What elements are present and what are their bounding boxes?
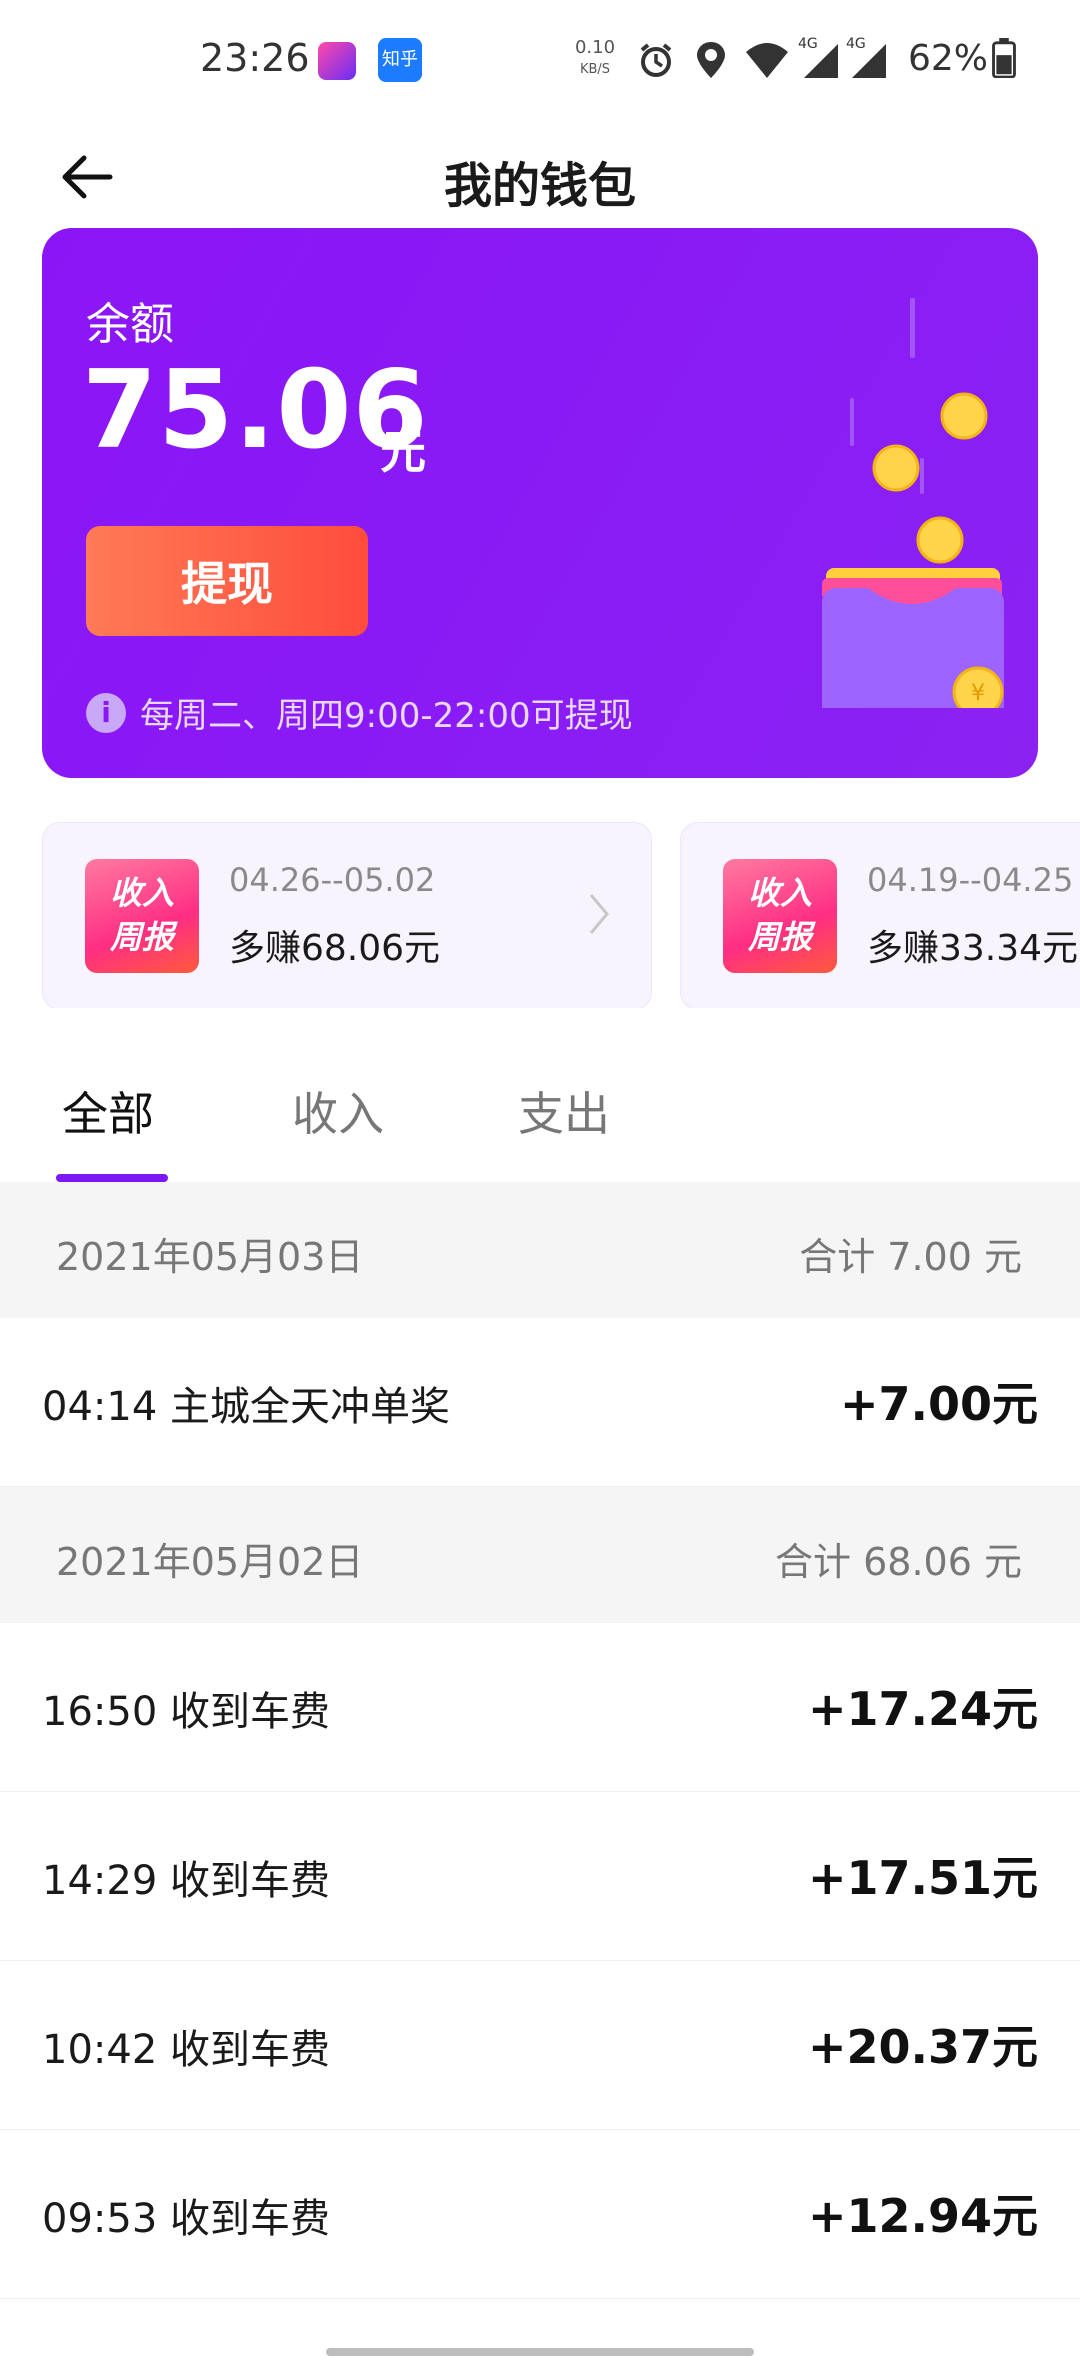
network-speed: 0.10 KB/S [570, 38, 620, 80]
signal-label-2: 4G [846, 36, 866, 52]
transaction-row[interactable]: 04:14 主城全天冲单奖 +7.00元 [0, 1318, 1080, 1487]
badge-line2: 周报 [747, 918, 812, 956]
weekly-report-badge: 收入 周报 [723, 859, 837, 973]
active-tab-indicator [56, 1174, 168, 1182]
svg-text:¥: ¥ [971, 681, 985, 706]
day-date: 2021年05月03日 [56, 1235, 364, 1279]
transaction-desc: 09:53 收到车费 [42, 2196, 330, 2242]
transaction-amount: +7.00元 [839, 1377, 1038, 1431]
weekly-report-earned: 多赚33.34元 [867, 928, 1079, 969]
chevron-right-icon [589, 894, 609, 934]
location-icon [697, 42, 725, 78]
weekly-report-carousel[interactable]: 收入 周报 04.26--05.02 多赚68.06元 收入 周报 04.19-… [42, 822, 1080, 1008]
page-title: 我的钱包 [443, 158, 636, 214]
battery-icon [992, 38, 1016, 78]
transaction-desc: 04:14 主城全天冲单奖 [42, 1384, 450, 1430]
badge-line1: 收入 [747, 874, 812, 912]
weekly-report-earned: 多赚68.06元 [229, 928, 441, 969]
balance-unit: 元 [380, 425, 426, 479]
weekly-report-card[interactable]: 收入 周报 04.26--05.02 多赚68.06元 [42, 822, 652, 1008]
battery-percent: 62% [908, 38, 989, 79]
weekly-report-dates: 04.19--04.25 [867, 861, 1074, 899]
alarm-icon [640, 43, 672, 77]
tab-income[interactable]: 收入 [292, 1078, 384, 1144]
transaction-row[interactable]: 14:29 收到车费 +17.51元 [0, 1792, 1080, 1961]
info-icon: i [86, 692, 126, 733]
status-bar: 23:26 知乎 0.10 KB/S 4G 4G 62% [0, 0, 1080, 120]
wifi-icon [746, 43, 788, 78]
transaction-desc: 14:29 收到车费 [42, 1858, 330, 1904]
day-total: 合计 68.06 元 [775, 1540, 1022, 1584]
balance-card: 余额 75.06 元 提现 i 每周二、周四9:00-22:00可提现 ¥ [42, 228, 1038, 778]
day-header: 2021年05月03日 合计 7.00 元 [0, 1182, 1080, 1318]
transaction-amount: +20.37元 [807, 2020, 1038, 2074]
weekly-report-badge: 收入 周报 [85, 859, 199, 973]
weekly-report-card[interactable]: 收入 周报 04.19--04.25 多赚33.34元 [680, 822, 1080, 1008]
day-total: 合计 7.00 元 [799, 1235, 1022, 1279]
day-header: 2021年05月02日 合计 68.06 元 [0, 1487, 1080, 1623]
signal-label-1: 4G [798, 36, 818, 52]
tab-all[interactable]: 全部 [62, 1078, 154, 1144]
app-notification-icon [318, 42, 356, 80]
badge-line1: 收入 [109, 874, 174, 912]
balance-label: 余额 [86, 299, 174, 350]
home-indicator[interactable] [326, 2348, 754, 2356]
transaction-row[interactable]: 09:53 收到车费 +12.94元 [0, 2130, 1080, 2299]
status-time: 23:26 [200, 36, 310, 80]
weekly-report-dates: 04.26--05.02 [229, 861, 436, 899]
day-date: 2021年05月02日 [56, 1540, 364, 1584]
transaction-row[interactable]: 16:50 收到车费 +17.24元 [0, 1623, 1080, 1792]
transaction-row[interactable]: 10:42 收到车费 +20.37元 [0, 1961, 1080, 2130]
balance-amount: 75.06 [82, 348, 429, 473]
filter-tabs: 全部 收入 支出 [0, 1040, 1080, 1190]
transaction-desc: 10:42 收到车费 [42, 2027, 330, 2073]
withdraw-button[interactable]: 提现 [86, 526, 368, 636]
network-speed-value: 0.10 [574, 37, 616, 58]
zhihu-app-icon: 知乎 [378, 38, 422, 82]
withdraw-info: i 每周二、周四9:00-22:00可提现 [86, 688, 633, 737]
transaction-amount: +17.24元 [807, 1682, 1038, 1736]
transaction-list: 2021年05月03日 合计 7.00 元 04:14 主城全天冲单奖 +7.0… [0, 1182, 1080, 2299]
transaction-amount: +12.94元 [807, 2189, 1038, 2243]
transaction-amount: +17.51元 [807, 1851, 1038, 1905]
withdraw-info-text: 每周二、周四9:00-22:00可提现 [140, 696, 633, 736]
page-header: 我的钱包 [0, 120, 1080, 230]
transaction-desc: 16:50 收到车费 [42, 1689, 330, 1735]
wallet-coins-icon: ¥ [822, 298, 1004, 708]
badge-line2: 周报 [109, 918, 174, 956]
tab-expense[interactable]: 支出 [518, 1078, 610, 1144]
network-speed-unit: KB/S [579, 62, 611, 77]
